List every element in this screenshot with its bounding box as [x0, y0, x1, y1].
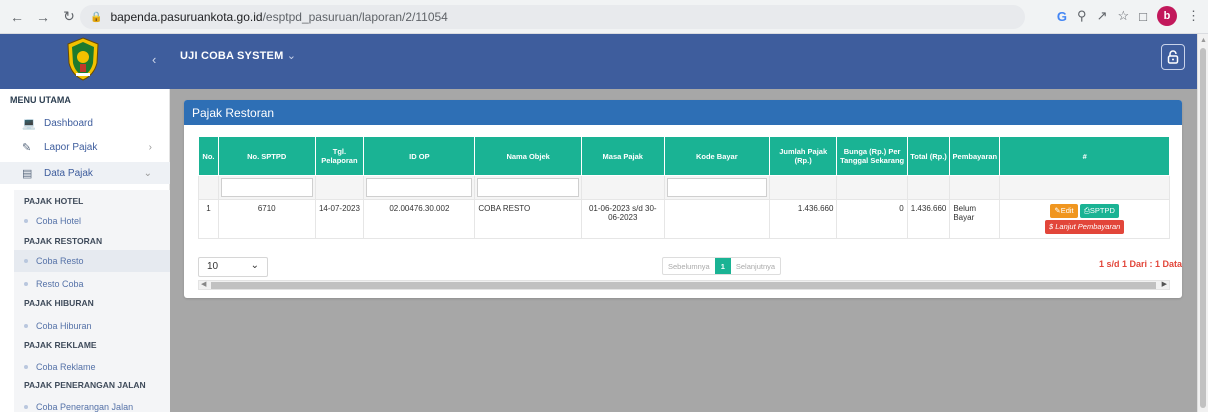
edit-button[interactable]: ✎Edit — [1050, 204, 1078, 218]
pagination-info: 1 s/d 1 Dari : 1 Data — [1098, 259, 1182, 269]
submenu-item-coba-resto[interactable]: Coba Resto — [14, 250, 170, 272]
scroll-thumb[interactable] — [211, 282, 1156, 289]
chevron-down-icon: ⌄ — [143, 167, 152, 179]
print-sptpd-button[interactable]: ⎙SPTPD — [1079, 204, 1119, 218]
topbar: UJI COBA SYSTEM ⌄ — [170, 34, 1197, 89]
unlock-icon — [1167, 50, 1179, 64]
app-name[interactable]: UJI COBA SYSTEM ⌄ — [180, 49, 296, 62]
group-heading: PAJAK PENERANGAN JALAN — [24, 380, 146, 390]
group-heading: PAJAK HOTEL — [24, 196, 84, 206]
page-1-button[interactable]: 1 — [714, 258, 731, 274]
main-content: Pajak Restoran No. No. SPTPD Tgl. Pelapo… — [170, 89, 1197, 412]
continue-payment-button[interactable]: $ Lanjut Pembayaran — [1045, 220, 1125, 234]
cell-total: 1.436.660 — [906, 199, 951, 239]
chevron-down-icon: ⌄ — [250, 260, 259, 271]
horizontal-scrollbar[interactable]: ◀ ▶ — [198, 280, 1170, 290]
submenu-item-coba-penerangan-jalan[interactable]: Coba Penerangan Jalan — [24, 402, 133, 412]
cell-pembayaran-status: Belum Bayar — [949, 199, 1001, 239]
submenu-item-coba-hotel[interactable]: Coba Hotel — [24, 216, 81, 226]
group-heading: PAJAK HIBURAN — [24, 298, 94, 308]
cell-sptpd: 6710 — [217, 199, 316, 239]
cell-bunga: 0 — [836, 199, 908, 239]
sptpd-table: No. No. SPTPD Tgl. Pelaporan ID OP Nama … — [198, 136, 1170, 239]
data-pajak-submenu: PAJAK HOTEL Coba Hotel PAJAK RESTORAN Co… — [14, 190, 170, 412]
cell-kode-bayar — [663, 199, 770, 239]
submenu-item-coba-reklame[interactable]: Coba Reklame — [24, 362, 96, 372]
reload-icon[interactable]: ↻ — [58, 6, 80, 28]
zoom-icon[interactable]: ⚲ — [1077, 8, 1087, 24]
sidebar-item-lapor-pajak[interactable]: ✎ Lapor Pajak › — [0, 136, 170, 158]
share-icon[interactable]: ↗ — [1097, 8, 1108, 24]
cell-jumlah-pajak: 1.436.660 — [768, 199, 838, 239]
table-row: 1 6710 14-07-2023 02.00476.30.002 COBA R… — [198, 199, 1170, 239]
chevron-right-icon: › — [148, 141, 152, 153]
filter-id-op-input[interactable] — [366, 178, 473, 197]
back-icon[interactable]: ← — [6, 6, 28, 28]
filter-sptpd-input[interactable] — [220, 178, 313, 197]
cell-id-op: 02.00476.30.002 — [363, 199, 476, 239]
col-header[interactable]: Jumlah Pajak (Rp.) — [768, 136, 838, 176]
scroll-up-icon[interactable]: ▲ — [1200, 37, 1207, 44]
sidebar-item-dashboard[interactable]: 💻 Dashboard — [0, 112, 170, 134]
group-heading: PAJAK REKLAME — [24, 340, 97, 350]
sidebar: MENU UTAMA 💻 Dashboard ✎ Lapor Pajak › ▤… — [0, 89, 170, 412]
unlock-button[interactable] — [1161, 44, 1185, 70]
sidebar-item-data-pajak[interactable]: ▤ Data Pajak ⌄ — [0, 162, 170, 184]
group-heading: PAJAK RESTORAN — [24, 236, 103, 246]
menu-title: MENU UTAMA — [10, 95, 71, 105]
lock-icon: 🔒 — [90, 11, 103, 23]
col-header[interactable]: Tgl. Pelaporan — [314, 136, 365, 176]
sidebar-toggle-icon[interactable]: ‹ — [152, 52, 156, 67]
page-scroll-thumb[interactable] — [1200, 48, 1206, 408]
panel-title: Pajak Restoran — [184, 100, 1182, 125]
filter-nama-objek-input[interactable] — [477, 178, 579, 197]
address-bar[interactable]: 🔒 bapenda.pasuruankota.go.id/esptpd_pasu… — [80, 5, 1025, 29]
table-icon: ▤ — [22, 167, 33, 180]
col-header[interactable]: Kode Bayar — [663, 136, 770, 176]
browser-toolbar: ← → ↻ 🔒 bapenda.pasuruankota.go.id/esptp… — [0, 0, 1208, 34]
cell-no: 1 — [198, 199, 219, 239]
page-scrollbar[interactable]: ▲ — [1197, 34, 1208, 412]
col-header[interactable]: No. SPTPD — [217, 136, 316, 176]
pagination: Sebelumnya 1 Selanjutnya — [662, 257, 782, 275]
scroll-left-icon[interactable]: ◀ — [201, 280, 206, 288]
col-header[interactable]: ID OP — [363, 136, 476, 176]
cell-masa-pajak: 01-06-2023 s/d 30-06-2023 — [580, 199, 665, 239]
pajak-restoran-panel: Pajak Restoran No. No. SPTPD Tgl. Pelapo… — [184, 100, 1182, 298]
col-header[interactable]: Nama Objek — [474, 136, 582, 176]
browser-menu-icon[interactable]: ⋮ — [1187, 8, 1200, 24]
logo-area: ‹ — [0, 34, 170, 89]
col-header[interactable]: Pembayaran — [949, 136, 1001, 176]
col-header[interactable]: Bunga (Rp.) Per Tanggal Sekarang — [836, 136, 908, 176]
submenu-item-resto-coba[interactable]: Resto Coba — [24, 279, 84, 289]
monitor-icon: 💻 — [22, 117, 36, 130]
filter-kode-bayar-input[interactable] — [666, 178, 767, 197]
city-emblem-logo — [67, 37, 99, 81]
pencil-icon: ✎ — [22, 141, 32, 154]
col-header[interactable]: # — [999, 136, 1170, 176]
bookmark-star-icon[interactable]: ☆ — [1117, 8, 1129, 24]
url-path: /esptpd_pasuruan/laporan/2/11054 — [262, 10, 448, 24]
forward-icon[interactable]: → — [32, 6, 54, 28]
cell-tgl: 14-07-2023 — [314, 199, 365, 239]
profile-avatar[interactable]: b — [1157, 6, 1177, 26]
side-panel-icon[interactable]: □ — [1139, 9, 1147, 24]
next-page-button[interactable]: Selanjutnya — [731, 258, 780, 274]
url-host: bapenda.pasuruankota.go.id — [110, 10, 263, 24]
prev-page-button[interactable]: Sebelumnya — [663, 258, 715, 274]
filter-row — [198, 175, 1170, 200]
scroll-right-icon[interactable]: ▶ — [1162, 280, 1167, 288]
col-header[interactable]: No. — [198, 136, 219, 176]
google-icon[interactable]: G — [1057, 9, 1067, 24]
submenu-item-coba-hiburan[interactable]: Coba Hiburan — [24, 321, 92, 331]
col-header[interactable]: Masa Pajak — [580, 136, 665, 176]
cell-nama-objek: COBA RESTO — [474, 199, 582, 239]
page-length-select[interactable]: 10 ⌄ — [198, 257, 268, 277]
col-header[interactable]: Total (Rp.) — [906, 136, 951, 176]
cell-actions: ✎Edit ⎙SPTPD $ Lanjut Pembayaran — [999, 199, 1170, 239]
